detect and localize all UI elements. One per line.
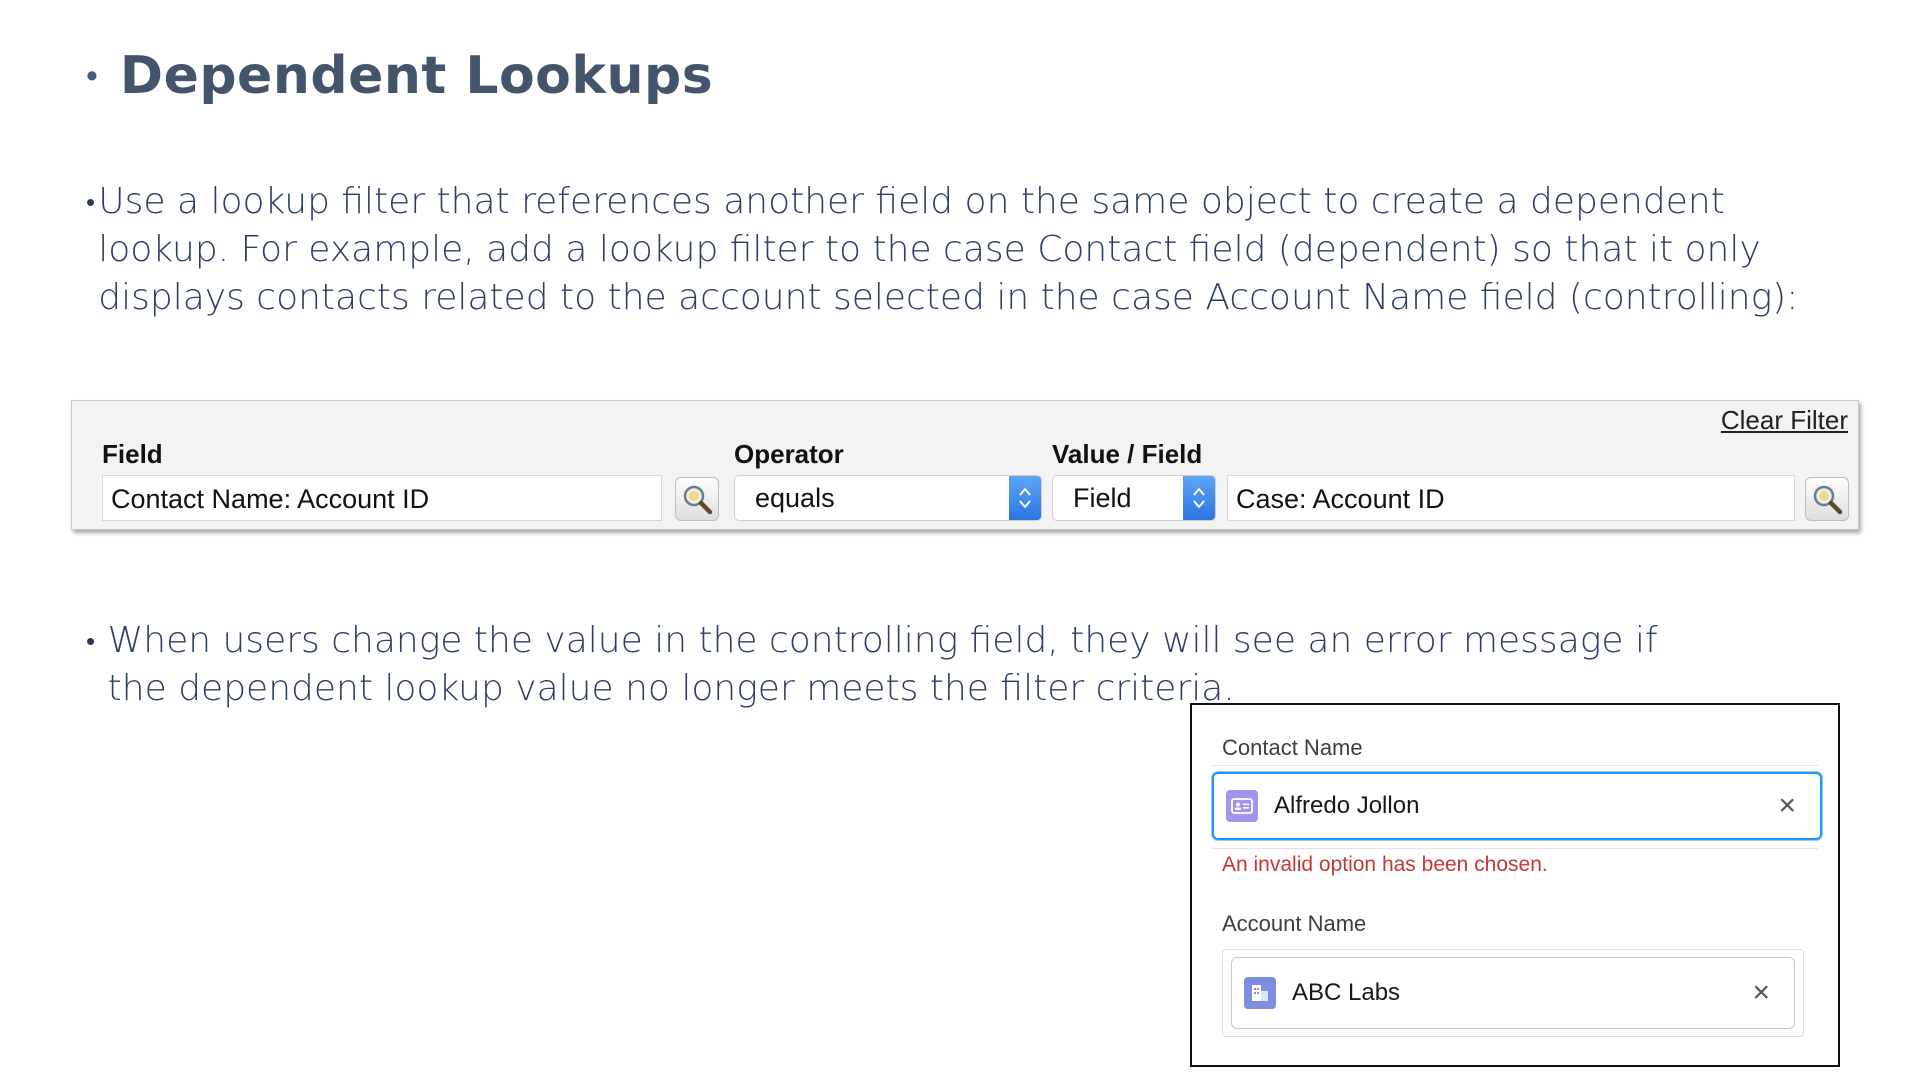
field-lookup-button[interactable] xyxy=(675,477,719,521)
select-arrows-icon xyxy=(1183,476,1215,520)
field-column-label: Field xyxy=(102,439,163,469)
operator-select[interactable]: equals xyxy=(734,475,1042,521)
clear-filter-link[interactable]: Clear Filter xyxy=(1721,405,1848,436)
paragraph-dependent-lookup: • Use a lookup filter that references an… xyxy=(86,178,1806,322)
account-name-label: Account Name xyxy=(1222,911,1367,936)
paragraph-text: Use a lookup filter that references anot… xyxy=(98,181,1799,318)
clear-selection-icon[interactable]: × xyxy=(1778,791,1796,821)
operator-select-value: equals xyxy=(755,483,835,513)
clear-selection-icon[interactable]: × xyxy=(1752,978,1770,1008)
select-arrows-icon xyxy=(1009,476,1041,520)
magnifier-icon xyxy=(1813,485,1843,515)
value-lookup-button[interactable] xyxy=(1805,477,1849,521)
contact-name-value: Alfredo Jollon xyxy=(1274,792,1420,819)
slide-title: Dependent Lookups xyxy=(119,46,714,106)
magnifier-icon xyxy=(683,485,713,515)
lookup-error-example: Contact Name Alfredo Jollon × An invalid… xyxy=(1190,703,1840,1067)
paragraph-bullet: • xyxy=(86,187,96,217)
lookup-filter-panel: Clear Filter Field Operator Value / Fiel… xyxy=(71,400,1859,530)
account-name-value: ABC Labs xyxy=(1292,979,1401,1006)
slide-heading: • Dependent Lookups xyxy=(86,46,713,106)
error-message: An invalid option has been chosen. xyxy=(1222,853,1548,876)
operator-column-label: Operator xyxy=(734,439,844,469)
divider xyxy=(1212,848,1818,849)
contact-name-label: Contact Name xyxy=(1222,735,1363,760)
divider xyxy=(1212,765,1818,766)
value-field-column-label: Value / Field xyxy=(1052,439,1203,469)
paragraph-error-message: • When users change the value in the con… xyxy=(86,617,1726,713)
field-input[interactable]: Contact Name: Account ID xyxy=(102,475,662,521)
account-building-icon xyxy=(1244,977,1276,1009)
contact-card-icon xyxy=(1226,790,1258,822)
value-type-select-value: Field xyxy=(1073,483,1132,513)
account-name-field: ABC Labs × xyxy=(1222,949,1804,1037)
paragraph-text: When users change the value in the contr… xyxy=(107,620,1658,709)
heading-bullet: • xyxy=(86,57,98,95)
account-name-lookup[interactable]: ABC Labs × xyxy=(1231,957,1795,1029)
paragraph-bullet: • xyxy=(86,626,96,656)
value-field-input[interactable]: Case: Account ID xyxy=(1227,475,1795,521)
contact-name-lookup[interactable]: Alfredo Jollon × xyxy=(1212,772,1822,840)
value-type-select[interactable]: Field xyxy=(1052,475,1216,521)
